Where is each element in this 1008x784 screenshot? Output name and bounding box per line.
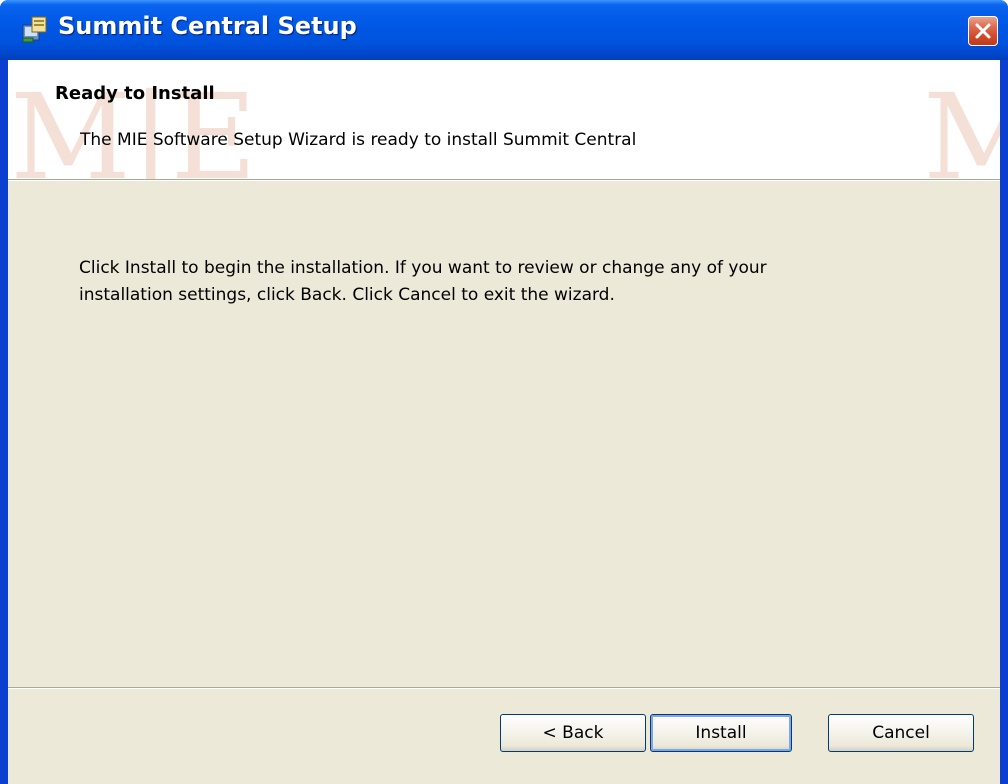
cancel-button[interactable]: Cancel xyxy=(828,714,974,752)
close-button[interactable] xyxy=(968,16,998,46)
close-icon xyxy=(975,23,991,39)
install-button[interactable]: Install xyxy=(650,714,792,752)
setup-window: Summit Central Setup M|E M Ready to Inst… xyxy=(0,0,1008,784)
back-button[interactable]: < Back xyxy=(500,714,646,752)
page-title: Ready to Install xyxy=(55,83,215,104)
footer-divider xyxy=(8,687,1000,689)
page-subtitle: The MIE Software Setup Wizard is ready t… xyxy=(80,130,637,150)
watermark-logo: M|E M xyxy=(10,68,1000,180)
dialog-client-area: M|E M Ready to Install The MIE Software … xyxy=(8,60,1000,784)
svg-text:M: M xyxy=(923,68,1000,180)
instructions-line-1: Click Install to begin the installation.… xyxy=(79,258,767,278)
title-bar[interactable]: Summit Central Setup xyxy=(0,0,1008,60)
instructions-line-2: installation settings, click Back. Click… xyxy=(79,285,615,305)
header-divider xyxy=(8,179,1000,181)
header-banner: M|E M Ready to Install The MIE Software … xyxy=(8,60,1000,180)
instructions-text: Click Install to begin the installation.… xyxy=(79,255,959,309)
window-title: Summit Central Setup xyxy=(58,12,357,40)
installer-icon xyxy=(20,14,50,44)
